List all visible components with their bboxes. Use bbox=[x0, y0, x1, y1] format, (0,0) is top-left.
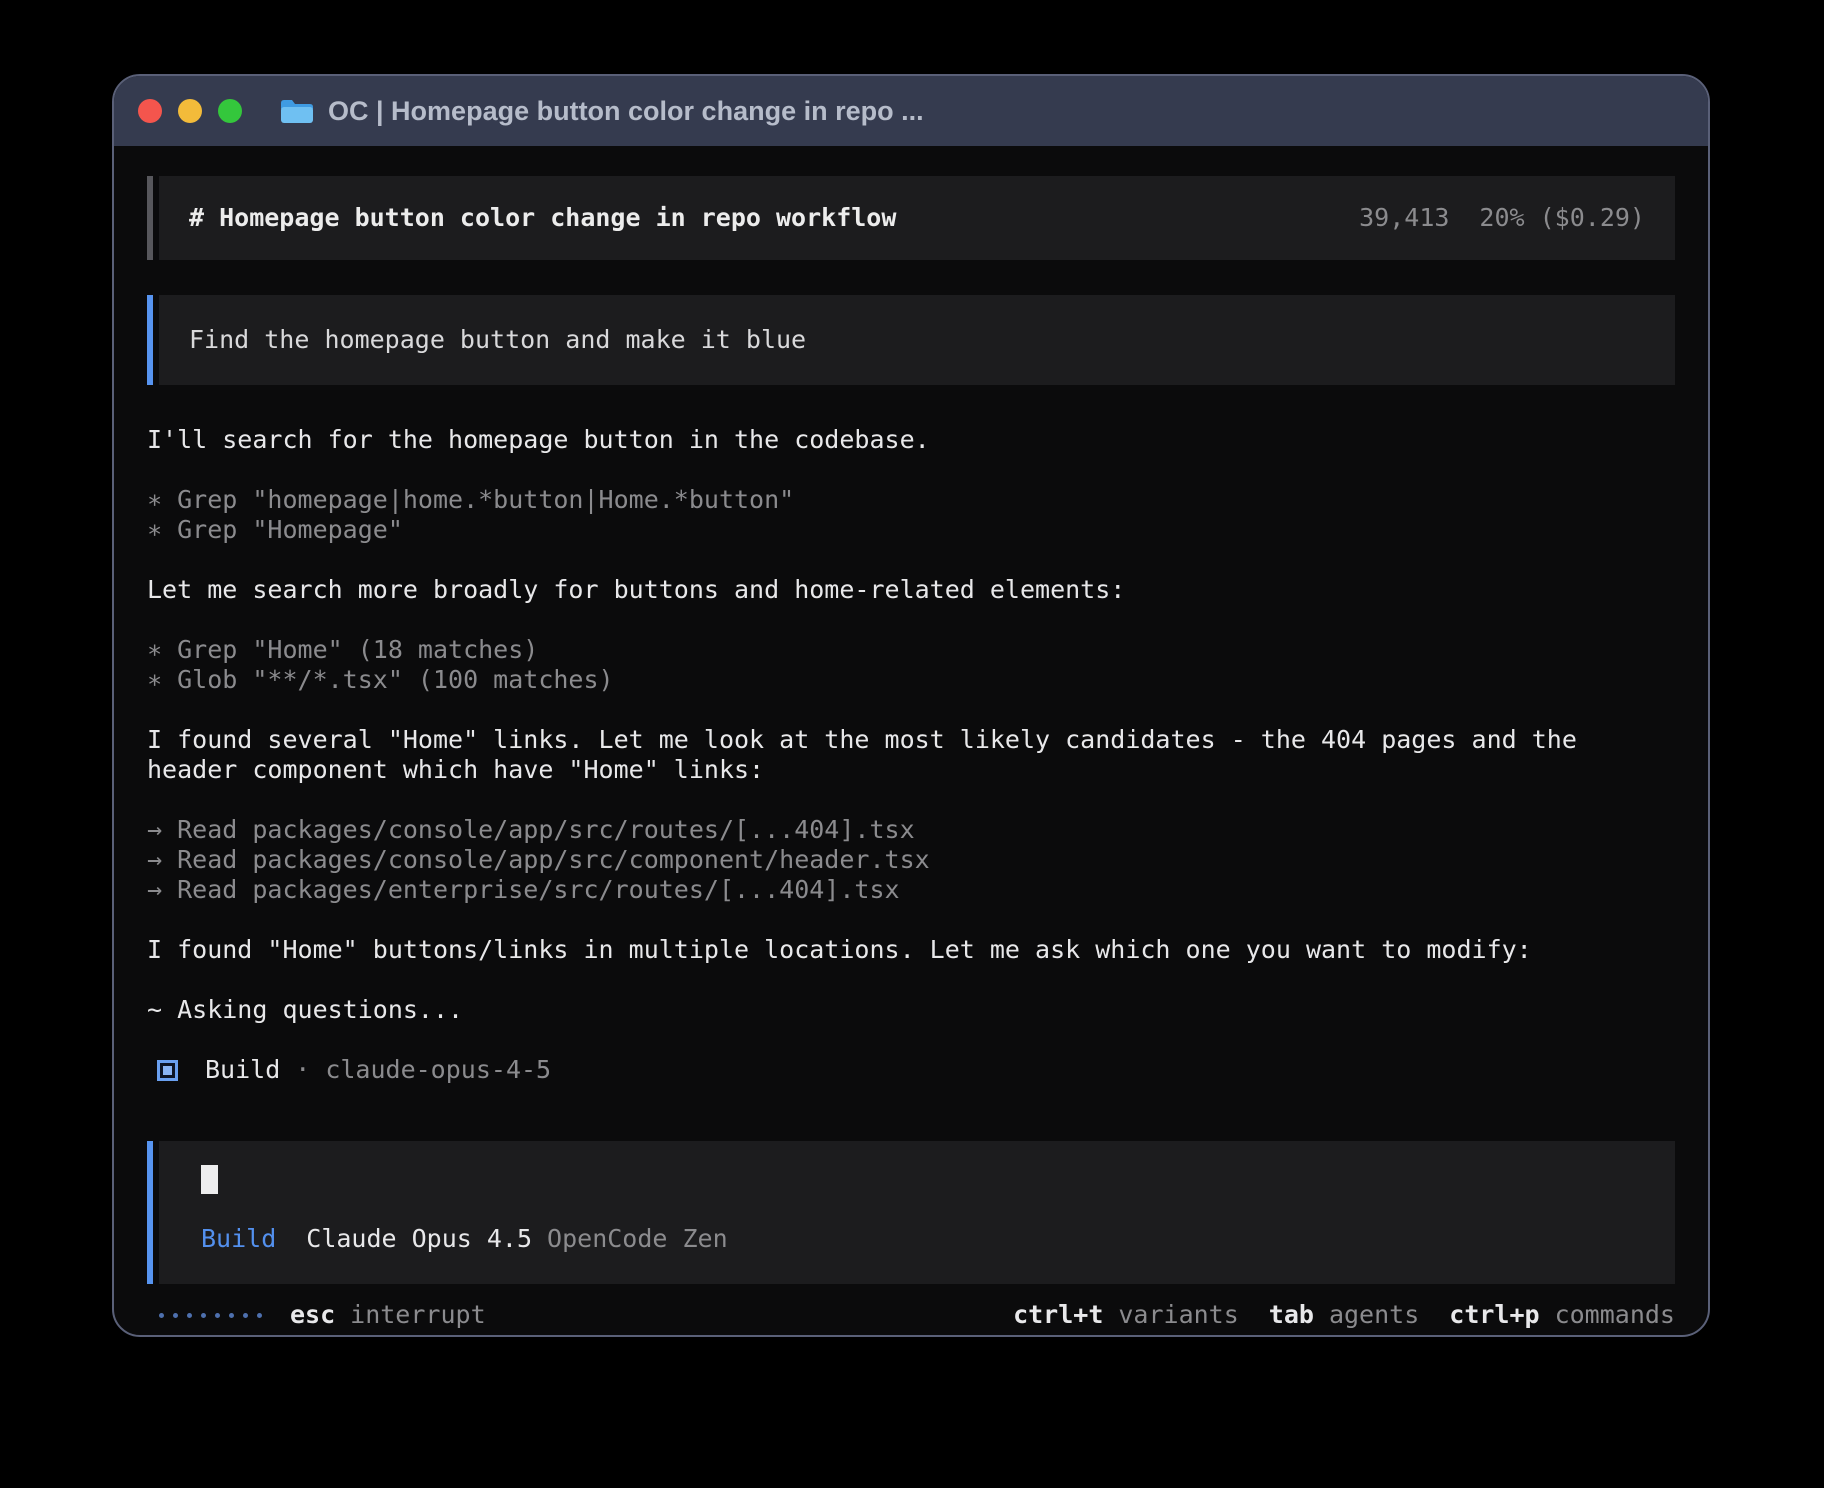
user-message: Find the homepage button and make it blu… bbox=[147, 295, 1675, 385]
assistant-text-line: header component which have "Home" links… bbox=[147, 755, 1675, 785]
shortcut-key: ctrl+p bbox=[1449, 1300, 1539, 1330]
input-provider: OpenCode Zen bbox=[547, 1224, 728, 1254]
tool-call-glob: ∗ Glob "**/*.tsx" (100 matches) bbox=[147, 665, 1675, 695]
tool-call-grep: ∗ Grep "homepage|home.*button|Home.*butt… bbox=[147, 485, 1675, 515]
shortcut-key: tab bbox=[1269, 1300, 1314, 1330]
folder-icon bbox=[280, 98, 314, 125]
shortcut-agents: tab agents bbox=[1269, 1300, 1419, 1330]
tool-call-read: → Read packages/console/app/src/componen… bbox=[147, 845, 1675, 875]
prompt-input[interactable]: Build Claude Opus 4.5 OpenCode Zen bbox=[147, 1141, 1675, 1284]
assistant-text-line: Let me search more broadly for buttons a… bbox=[147, 575, 1675, 605]
assistant-text-line: I'll search for the homepage button in t… bbox=[147, 425, 1675, 455]
shortcut-label: agents bbox=[1329, 1300, 1419, 1330]
zoom-button[interactable] bbox=[218, 99, 242, 123]
assistant-status-line: ~ Asking questions... bbox=[147, 995, 1675, 1025]
window-titlebar[interactable]: OC | Homepage button color change in rep… bbox=[114, 76, 1708, 146]
window-title: OC | Homepage button color change in rep… bbox=[328, 96, 924, 127]
terminal-content: # Homepage button color change in repo w… bbox=[114, 146, 1708, 1337]
text-cursor bbox=[201, 1165, 218, 1194]
token-count: 39,413 bbox=[1359, 203, 1449, 233]
tool-call-read: → Read packages/enterprise/src/routes/[.… bbox=[147, 875, 1675, 905]
user-message-text: Find the homepage button and make it blu… bbox=[159, 295, 1675, 385]
shortcut-key: ctrl+t bbox=[1013, 1300, 1103, 1330]
shortcut-label: commands bbox=[1555, 1300, 1675, 1330]
assistant-text-line: I found several "Home" links. Let me loo… bbox=[147, 725, 1675, 755]
agent-model: claude-opus-4-5 bbox=[325, 1055, 551, 1085]
status-bar: esc interrupt ctrl+t variants tab agents… bbox=[147, 1300, 1675, 1330]
agent-indicator: Build · claude-opus-4-5 bbox=[147, 1055, 1675, 1085]
build-agent-icon bbox=[157, 1060, 178, 1081]
session-stats: 39,413 20% ($0.29) bbox=[1359, 203, 1645, 233]
user-message-accent-bar bbox=[147, 295, 153, 385]
tool-call-grep: ∗ Grep "Homepage" bbox=[147, 515, 1675, 545]
esc-key-hint: esc bbox=[290, 1300, 335, 1330]
session-title: # Homepage button color change in repo w… bbox=[189, 203, 896, 233]
input-mode-line: Build Claude Opus 4.5 OpenCode Zen bbox=[201, 1224, 1645, 1254]
assistant-text-line: I found "Home" buttons/links in multiple… bbox=[147, 935, 1675, 965]
shortcut-label: variants bbox=[1118, 1300, 1238, 1330]
agent-name: Build bbox=[205, 1055, 280, 1085]
shortcut-commands: ctrl+p commands bbox=[1449, 1300, 1675, 1330]
input-mode: Build bbox=[201, 1224, 276, 1254]
spinner-dots bbox=[159, 1313, 262, 1318]
traffic-lights bbox=[138, 99, 242, 123]
session-header: # Homepage button color change in repo w… bbox=[147, 176, 1675, 260]
close-button[interactable] bbox=[138, 99, 162, 123]
minimize-button[interactable] bbox=[178, 99, 202, 123]
esc-action-label: interrupt bbox=[350, 1300, 485, 1330]
input-model: Claude Opus 4.5 bbox=[306, 1224, 532, 1254]
tool-call-read: → Read packages/console/app/src/routes/[… bbox=[147, 815, 1675, 845]
prompt-accent-bar bbox=[147, 1141, 153, 1284]
assistant-response: I'll search for the homepage button in t… bbox=[147, 425, 1675, 1115]
shortcut-hints: ctrl+t variants tab agents ctrl+p comman… bbox=[1013, 1300, 1675, 1330]
session-header-accent-bar bbox=[147, 176, 153, 260]
context-and-cost: 20% ($0.29) bbox=[1479, 203, 1645, 233]
terminal-window: OC | Homepage button color change in rep… bbox=[112, 74, 1710, 1337]
tool-call-grep: ∗ Grep "Home" (18 matches) bbox=[147, 635, 1675, 665]
shortcut-variants: ctrl+t variants bbox=[1013, 1300, 1239, 1330]
agent-separator: · bbox=[295, 1055, 310, 1085]
